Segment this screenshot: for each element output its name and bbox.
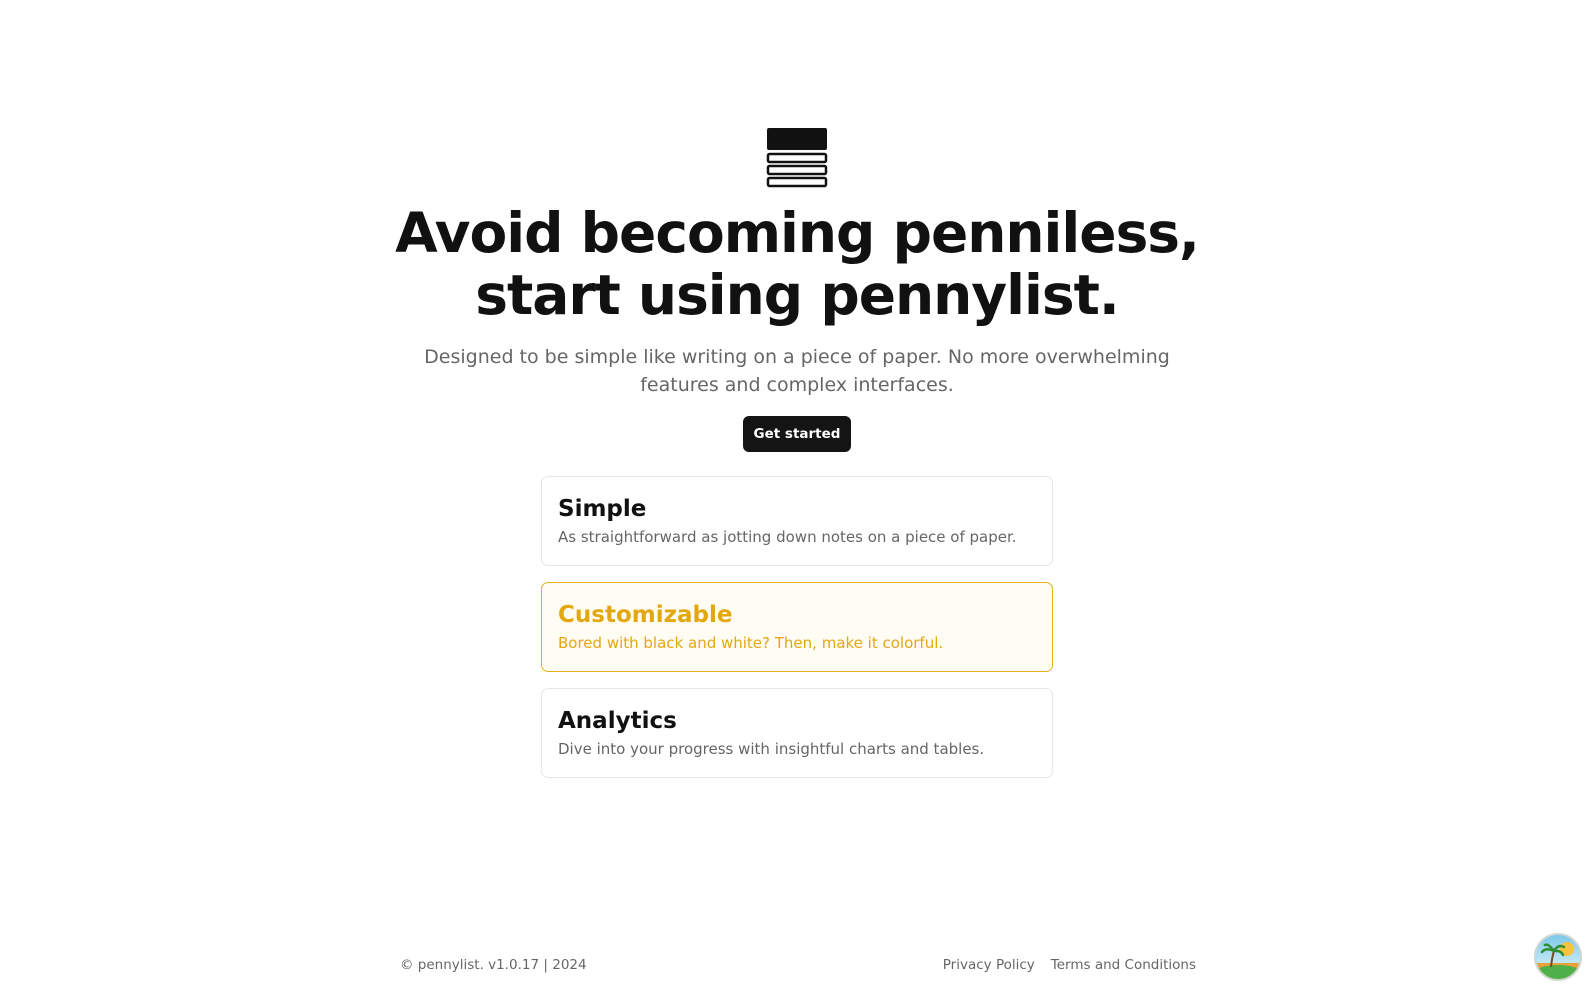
hero-title-line2: start using pennylist. — [475, 263, 1120, 327]
feature-title: Analytics — [558, 708, 677, 734]
feature-card-simple: Simple As straightforward as jotting dow… — [541, 476, 1053, 566]
palm-island-icon — [1536, 935, 1580, 979]
landing-page: Avoid becoming penniless, start using pe… — [0, 0, 1594, 992]
footer-links: Privacy Policy Terms and Conditions — [943, 957, 1196, 973]
footer-copyright: © pennylist. v1.0.17 | 2024 — [400, 957, 587, 973]
stacked-list-icon — [766, 128, 828, 188]
feature-title: Customizable — [558, 602, 733, 628]
hero-subtitle: Designed to be simple like writing on a … — [424, 346, 1170, 396]
feature-description: As straightforward as jotting down notes… — [558, 528, 1017, 546]
get-started-button[interactable]: Get started — [743, 416, 851, 452]
feature-card-analytics: Analytics Dive into your progress with i… — [541, 688, 1053, 778]
feature-description: Dive into your progress with insightful … — [558, 740, 985, 758]
theme-toggle-button[interactable] — [1534, 933, 1582, 981]
privacy-policy-link[interactable]: Privacy Policy — [943, 957, 1035, 973]
feature-card-customizable: Customizable Bored with black and white?… — [541, 582, 1053, 672]
feature-title: Simple — [558, 496, 647, 522]
hero-title-line1: Avoid becoming penniless, — [395, 201, 1200, 265]
terms-and-conditions-link[interactable]: Terms and Conditions — [1051, 957, 1196, 973]
feature-description: Bored with black and white? Then, make i… — [558, 634, 944, 652]
hero-title: Avoid becoming penniless, start using pe… — [0, 202, 1594, 326]
